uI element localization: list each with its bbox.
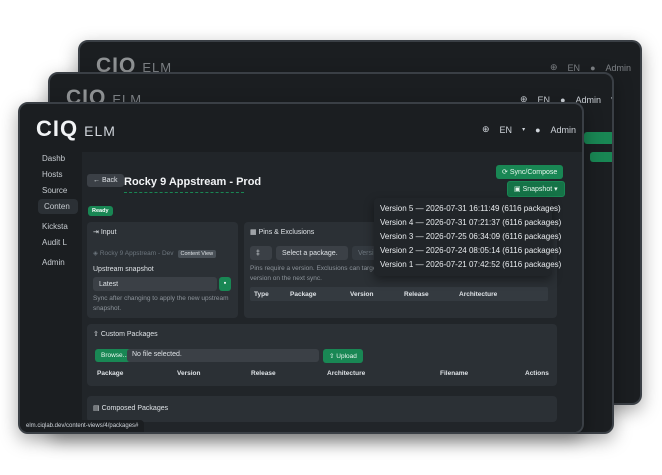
snapshot-option[interactable]: Version 5 — 2026-07-31 16:11:49 (6116 pa… bbox=[380, 204, 561, 213]
content-view-tag: Content View bbox=[177, 250, 217, 258]
status-badge: Ready bbox=[88, 206, 113, 216]
source-view: ◈ Rocky 9 Appstream - Dev Content View bbox=[93, 249, 217, 258]
sidebar-item-kickstart[interactable]: Kicksta bbox=[42, 222, 68, 231]
custom-col-filename: Filename bbox=[440, 370, 469, 377]
upload-icon: ⇧ bbox=[329, 353, 335, 360]
pins-col-package: Package bbox=[290, 291, 317, 298]
header-controls: ⊕EN▾ ●Admin▾ bbox=[482, 124, 582, 135]
snapshot-option[interactable]: Version 4 — 2026-07-31 07:21:37 (6116 pa… bbox=[380, 218, 561, 227]
pins-col-architecture: Architecture bbox=[459, 291, 498, 298]
custom-col-package: Package bbox=[97, 370, 124, 377]
package-select[interactable]: Select a package. bbox=[276, 246, 348, 260]
type-select[interactable]: ‡ bbox=[250, 246, 272, 260]
upload-label: Upload bbox=[336, 353, 357, 360]
sync-label: Sync/Compose bbox=[509, 169, 558, 176]
snapshot-menu: Version 5 — 2026-07-31 16:11:49 (6116 pa… bbox=[374, 198, 561, 276]
version-select[interactable]: Versi bbox=[352, 246, 376, 260]
input-icon: ⇥ bbox=[93, 229, 99, 236]
source-name: Rocky 9 Appstream - Dev bbox=[99, 250, 174, 257]
custom-col-version: Version bbox=[177, 370, 201, 377]
chevron-down-icon: ▾ bbox=[641, 62, 642, 73]
upload-button[interactable]: ⇧ Upload bbox=[323, 349, 363, 363]
snapshot-option[interactable]: Version 2 — 2026-07-24 08:05:14 (6116 pa… bbox=[380, 246, 561, 255]
back-button[interactable]: ← Back bbox=[87, 174, 124, 187]
main-content: ← Back Rocky 9 Appstream - Prod Ready ⟳ … bbox=[82, 152, 582, 432]
pins-col-release: Release bbox=[404, 291, 429, 298]
pin-icon: ▦ bbox=[250, 229, 257, 236]
user-menu[interactable]: Admin bbox=[551, 125, 577, 135]
custom-col-architecture: Architecture bbox=[327, 370, 366, 377]
file-input[interactable]: No file selected. bbox=[127, 349, 319, 362]
input-card-title: ⇥ Input bbox=[93, 228, 116, 236]
snapshot-button-peek bbox=[590, 152, 612, 162]
pins-col-version: Version bbox=[350, 291, 374, 298]
pins-title: Pins & Exclusions bbox=[258, 229, 315, 236]
sync-button-peek bbox=[584, 132, 612, 144]
title-underline bbox=[124, 192, 244, 193]
snapshot-label: Snapshot bbox=[522, 186, 553, 193]
chevron-down-icon: ▾ bbox=[554, 186, 558, 193]
pins-col-type: Type bbox=[254, 291, 269, 298]
custom-packages-card: ⇧ Custom Packages Browse... No file sele… bbox=[87, 324, 557, 386]
custom-card-title: ⇧ Custom Packages bbox=[93, 330, 158, 338]
sidebar-item-hosts[interactable]: Hosts bbox=[42, 170, 62, 179]
sidebar-item-sources[interactable]: Source bbox=[42, 186, 67, 195]
globe-icon: ⊕ bbox=[482, 124, 490, 134]
pins-help-2: version on the next sync. bbox=[250, 275, 322, 282]
snapshot-dropdown-button[interactable]: ▣ Snapshot ▾ bbox=[507, 181, 565, 197]
sidebar-item-admin[interactable]: Admin bbox=[42, 258, 65, 267]
sidebar-item-audit-log[interactable]: Audit L bbox=[42, 238, 67, 247]
save-button[interactable]: ▪ bbox=[219, 277, 231, 291]
back-label: Back bbox=[101, 177, 118, 184]
user-icon: ● bbox=[535, 124, 541, 135]
main-window: Dashb Hosts Source Conten Kicksta Audit … bbox=[18, 102, 584, 434]
logo-mark: CIQ bbox=[36, 116, 79, 141]
language-selector[interactable]: EN bbox=[568, 63, 581, 73]
upstream-help: Sync after changing to apply the new ups… bbox=[93, 295, 229, 302]
pins-help: Pins require a version. Exclusions can t… bbox=[250, 265, 389, 272]
save-icon: ▪ bbox=[223, 280, 227, 287]
logo-product: ELM bbox=[84, 123, 116, 139]
input-title: Input bbox=[100, 229, 117, 236]
upstream-help-2: snapshot. bbox=[93, 305, 122, 312]
arrow-left-icon: ← bbox=[93, 177, 100, 184]
composed-title: Composed Packages bbox=[101, 405, 169, 412]
pins-card-title: ▦ Pins & Exclusions bbox=[250, 228, 314, 236]
composed-card-title: ▤ Composed Packages bbox=[93, 404, 168, 412]
refresh-icon: ⟳ bbox=[502, 169, 508, 176]
box-icon: ▤ bbox=[93, 405, 100, 412]
sync-compose-button[interactable]: ⟳ Sync/Compose bbox=[496, 165, 564, 179]
language-selector[interactable]: EN bbox=[500, 125, 513, 135]
user-icon: ● bbox=[590, 62, 596, 73]
user-menu[interactable]: Admin bbox=[606, 63, 632, 73]
camera-icon: ▣ bbox=[514, 186, 521, 193]
sidebar-item-content[interactable]: Conten bbox=[38, 199, 78, 214]
logo: CIQ ELM bbox=[36, 116, 116, 142]
custom-col-release: Release bbox=[251, 370, 276, 377]
custom-col-actions: Actions bbox=[525, 370, 549, 377]
custom-title: Custom Packages bbox=[100, 331, 158, 338]
snapshot-option[interactable]: Version 1 — 2026-07-21 07:42:52 (6116 pa… bbox=[380, 260, 561, 269]
upstream-snapshot-select[interactable]: Latest bbox=[93, 277, 217, 291]
page-title: Rocky 9 Appstream - Prod bbox=[124, 176, 262, 188]
input-card: ⇥ Input ◈ Rocky 9 Appstream - Dev Content… bbox=[87, 222, 238, 318]
chevron-down-icon: ▾ bbox=[611, 94, 612, 105]
upload-icon: ⇧ bbox=[93, 331, 99, 338]
sidebar: Dashb Hosts Source Conten Kicksta Audit … bbox=[20, 104, 80, 432]
composed-packages-card: ▤ Composed Packages bbox=[87, 396, 557, 422]
chevron-down-icon: ▾ bbox=[522, 127, 526, 133]
upstream-label: Upstream snapshot bbox=[93, 266, 154, 273]
sidebar-item-dashboard[interactable]: Dashb bbox=[42, 154, 65, 163]
snapshot-option[interactable]: Version 3 — 2026-07-25 06:34:09 (6116 pa… bbox=[380, 232, 561, 241]
status-bar-url: elm.ciqlab.dev/content-views/4/packages# bbox=[20, 420, 145, 432]
cube-icon: ◈ bbox=[93, 250, 98, 257]
